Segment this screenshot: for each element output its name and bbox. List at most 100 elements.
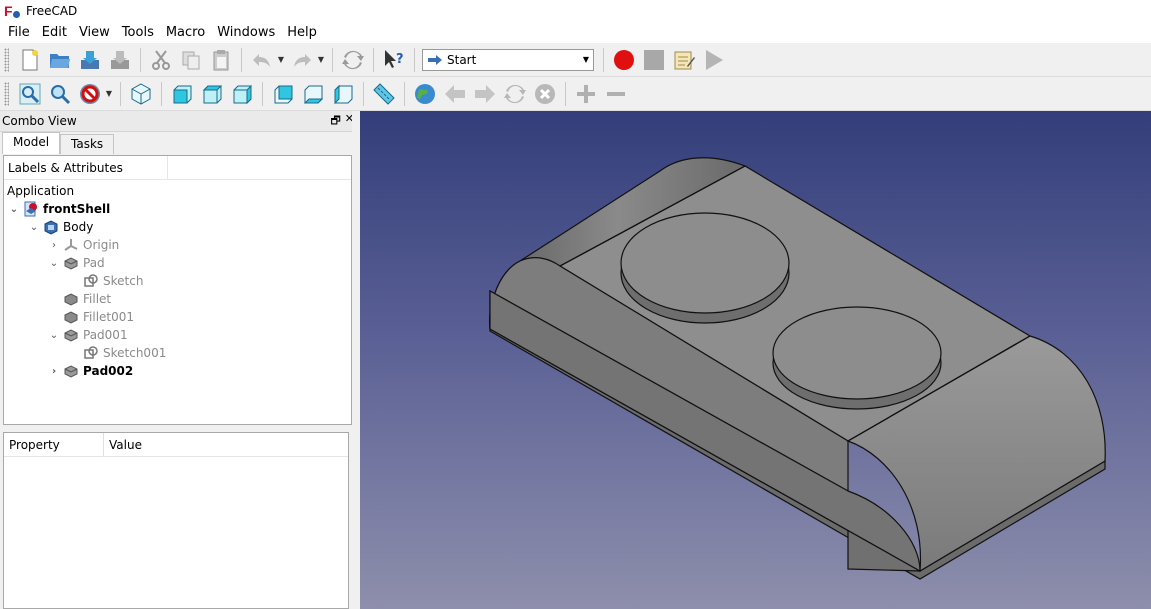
menu-help[interactable]: Help: [281, 25, 323, 40]
model-tree[interactable]: Labels & Attributes Application ⌄ frontSh…: [3, 155, 352, 425]
sketch-icon: [83, 273, 99, 289]
macro-record-button[interactable]: [610, 46, 638, 74]
zoom-in-button[interactable]: [572, 80, 600, 108]
zoom-out-button[interactable]: [602, 80, 630, 108]
3d-viewport[interactable]: [360, 111, 1151, 609]
combo-view-tabs: Model Tasks: [0, 132, 358, 154]
web-refresh-button[interactable]: [501, 80, 529, 108]
right-view-button[interactable]: [228, 80, 256, 108]
tree-item-origin[interactable]: › Origin: [4, 236, 351, 254]
isometric-view-button[interactable]: [127, 80, 155, 108]
draw-style-dropdown[interactable]: ▼: [105, 80, 113, 108]
cut-button[interactable]: [147, 46, 175, 74]
tree-item-sketch[interactable]: Sketch: [4, 272, 351, 290]
combo-view-title: Combo View: [2, 114, 77, 128]
web-back-button[interactable]: [441, 80, 469, 108]
toolbar-separator: [262, 81, 263, 106]
tree-item-fillet[interactable]: Fillet: [4, 290, 351, 308]
tree-item-frontshell[interactable]: ⌄ frontShell: [4, 200, 351, 218]
document-icon: [23, 201, 39, 217]
save-button[interactable]: [76, 46, 104, 74]
tree-item-pad002[interactable]: › Pad002: [4, 362, 351, 380]
menu-file[interactable]: File: [2, 25, 36, 40]
paste-button[interactable]: [207, 46, 235, 74]
toolbar-separator: [603, 47, 604, 72]
toolbar-grip[interactable]: [4, 47, 9, 72]
stop-icon: [644, 49, 664, 70]
whats-this-button[interactable]: ?: [380, 46, 408, 74]
property-view[interactable]: Property Value: [3, 432, 349, 609]
redo-button[interactable]: [288, 46, 316, 74]
tab-model[interactable]: Model: [2, 132, 61, 154]
draw-style-icon: [80, 83, 100, 104]
tab-tasks[interactable]: Tasks: [60, 134, 115, 154]
left-view-button[interactable]: [329, 80, 357, 108]
macro-edit-button[interactable]: [670, 46, 698, 74]
fillet-icon: [63, 309, 79, 325]
measure-distance-button[interactable]: [370, 80, 398, 108]
workbench-selector[interactable]: Start ▼: [422, 48, 594, 71]
front-view-button[interactable]: [168, 80, 196, 108]
freecad-logo-icon: F: [4, 3, 20, 19]
property-column-header[interactable]: Property: [4, 432, 104, 457]
float-panel-icon[interactable]: 🗗: [330, 112, 340, 131]
scissors-icon: [152, 49, 170, 70]
tree-item-fillet001[interactable]: Fillet001: [4, 308, 351, 326]
bottom-view-button[interactable]: [299, 80, 327, 108]
menu-view[interactable]: View: [73, 25, 116, 40]
folder-open-icon: [50, 53, 70, 68]
chevron-down-icon[interactable]: ⌄: [48, 258, 60, 269]
toolbar-file: ▼ ▼ ? Start ▼: [0, 43, 1151, 77]
model-boss-1: [620, 212, 790, 324]
menu-windows[interactable]: Windows: [211, 25, 281, 40]
redo-dropdown[interactable]: ▼: [317, 46, 325, 74]
globe-icon: [415, 83, 435, 104]
macro-execute-button[interactable]: [700, 46, 728, 74]
isometric-cube-icon: [131, 82, 151, 105]
refresh-button[interactable]: [339, 46, 367, 74]
chevron-down-icon[interactable]: ⌄: [8, 204, 20, 215]
copy-button[interactable]: [177, 46, 205, 74]
tree-item-body[interactable]: ⌄ Body: [4, 218, 351, 236]
macro-stop-button[interactable]: [640, 46, 668, 74]
undo-dropdown[interactable]: ▼: [277, 46, 285, 74]
toolbar-grip[interactable]: [4, 81, 9, 106]
refresh-icon: [342, 50, 364, 69]
chevron-right-icon[interactable]: ›: [48, 240, 60, 251]
tree-item-pad[interactable]: ⌄ Pad: [4, 254, 351, 272]
web-stop-button[interactable]: [531, 80, 559, 108]
web-start-button[interactable]: [411, 80, 439, 108]
chevron-right-icon[interactable]: ›: [48, 366, 60, 377]
tree-header-labels[interactable]: Labels & Attributes: [4, 155, 168, 180]
sketch-icon: [83, 345, 99, 361]
open-button[interactable]: [46, 46, 74, 74]
tree-item-pad001[interactable]: ⌄ Pad001: [4, 326, 351, 344]
new-document-button[interactable]: [16, 46, 44, 74]
menu-edit[interactable]: Edit: [36, 25, 73, 40]
tree-group-application[interactable]: Application: [4, 182, 351, 200]
rear-view-button[interactable]: [269, 80, 297, 108]
chevron-down-icon[interactable]: ⌄: [28, 222, 40, 233]
chevron-down-icon[interactable]: ⌄: [48, 330, 60, 341]
tree-item-label: Pad: [83, 256, 105, 270]
refresh-icon: [504, 84, 526, 103]
value-column-header[interactable]: Value: [104, 433, 142, 457]
chevron-down-icon: ▼: [582, 55, 590, 64]
fillet-icon: [63, 291, 79, 307]
toolbar-separator: [161, 81, 162, 106]
undo-button[interactable]: [248, 46, 276, 74]
record-icon: [614, 49, 634, 70]
fit-selection-button[interactable]: [46, 80, 74, 108]
save-as-button[interactable]: [106, 46, 134, 74]
panel-splitter[interactable]: [352, 111, 358, 609]
menu-tools[interactable]: Tools: [116, 25, 160, 40]
tree-item-sketch001[interactable]: Sketch001: [4, 344, 351, 362]
draw-style-button[interactable]: [76, 80, 104, 108]
toolbar-separator: [414, 47, 415, 72]
fit-all-button[interactable]: [16, 80, 44, 108]
menu-macro[interactable]: Macro: [160, 25, 211, 40]
minus-icon: [607, 91, 625, 96]
web-forward-button[interactable]: [471, 80, 499, 108]
top-view-button[interactable]: [198, 80, 226, 108]
help-pointer-icon: ?: [385, 49, 404, 68]
